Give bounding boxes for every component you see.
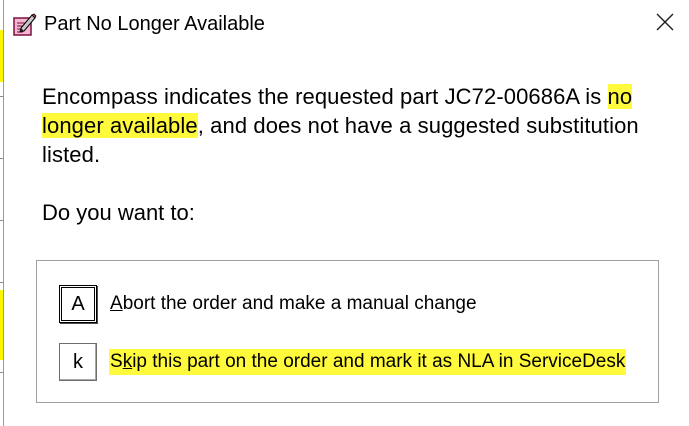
options-group: A Abort the order and make a manual chan… (36, 260, 659, 403)
close-icon (656, 13, 674, 36)
option-abort[interactable]: A Abort the order and make a manual chan… (59, 285, 478, 323)
window-title: Part No Longer Available (44, 13, 265, 35)
nla-dialog: Part No Longer Available Encompass indic… (3, 0, 689, 426)
skip-label-text: ip this part on the order and mark it as… (132, 351, 626, 372)
abort-label-text: bort the order and make a manual change (122, 293, 477, 314)
message-text: Encompass indicates the requested part J… (42, 82, 662, 169)
abort-key-button[interactable]: A (59, 285, 97, 323)
question-label: Do you want to: (42, 200, 195, 225)
skip-option-label[interactable]: Skip this part on the order and mark it … (109, 349, 627, 375)
pencil-notepad-icon (11, 12, 37, 38)
option-skip[interactable]: k Skip this part on the order and mark i… (59, 343, 627, 381)
skip-access-key: k (122, 351, 133, 372)
abort-option-label[interactable]: Abort the order and make a manual change (109, 291, 478, 317)
close-button[interactable] (645, 6, 685, 42)
title-bar[interactable]: Part No Longer Available (4, 0, 689, 50)
abort-access-key: A (110, 293, 123, 314)
message-text-before: Encompass indicates the requested part J… (42, 84, 602, 109)
skip-key-button[interactable]: k (59, 343, 97, 381)
skip-label-pre: S (110, 351, 123, 372)
